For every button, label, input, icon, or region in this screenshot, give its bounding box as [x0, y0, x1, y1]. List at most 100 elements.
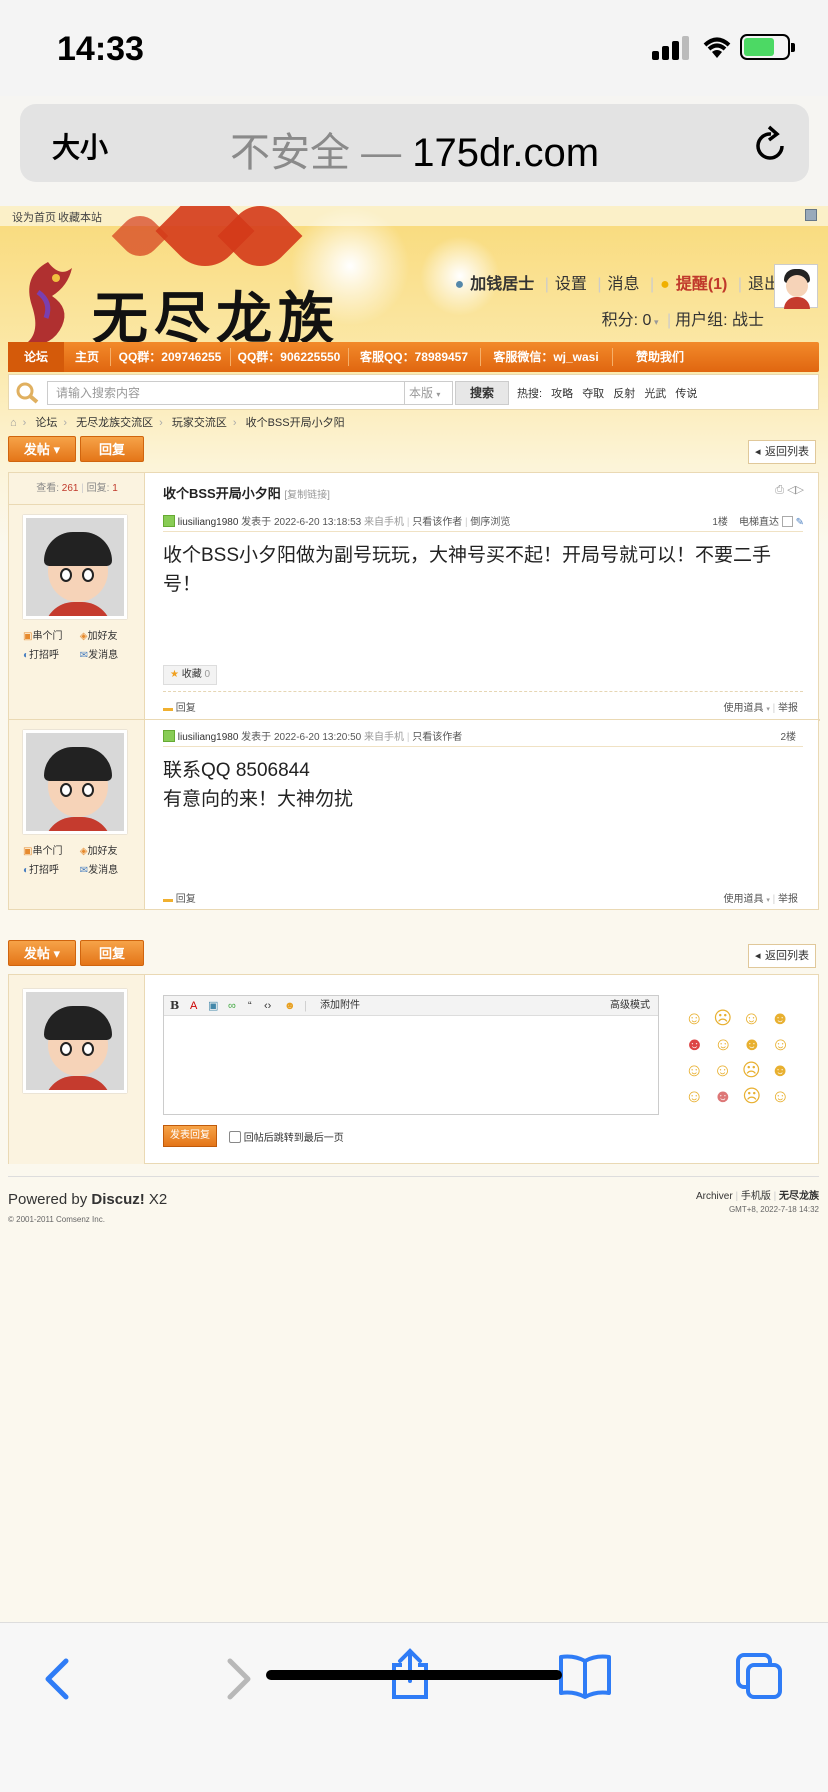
reply-button[interactable]: 回复 [80, 940, 144, 966]
dragon-logo-icon[interactable] [12, 256, 84, 352]
only-author-link[interactable]: 只看该作者 [412, 517, 462, 528]
jump-last-checkbox[interactable] [229, 1131, 241, 1143]
bold-icon[interactable]: B [170, 996, 179, 1016]
copy-link[interactable]: [复制链接] [284, 490, 330, 501]
add-attachment-link[interactable]: 添加附件 [320, 996, 360, 1016]
next-thread-icon[interactable]: ▷ [796, 484, 804, 496]
add-friend-link[interactable]: ◈加好友 [80, 842, 134, 861]
smiley-icon[interactable]: ☻ [713, 1086, 732, 1106]
my-avatar[interactable] [23, 989, 127, 1093]
floor-input[interactable] [781, 516, 793, 527]
switch-style-icon[interactable] [805, 209, 817, 221]
back-icon[interactable] [40, 1657, 76, 1701]
use-tools-link[interactable]: 使用道具 [724, 703, 764, 714]
user-avatar[interactable] [774, 264, 818, 309]
elevator-link[interactable]: 电梯直达 [739, 517, 779, 528]
archiver-link[interactable]: Archiver [696, 1191, 733, 1202]
hot-search-link[interactable]: 攻略 [551, 388, 573, 400]
post-author[interactable]: liusiliang1980 [178, 732, 239, 743]
send-message-link[interactable]: ✉发消息 [80, 646, 134, 665]
discuz-link[interactable]: Discuz! [91, 1191, 144, 1208]
author-avatar[interactable] [23, 515, 127, 619]
smiley-icon[interactable]: ☺ [713, 1060, 731, 1080]
post-reply-link[interactable]: ▬ 回复 [163, 890, 196, 905]
smiley-icon[interactable]: ☻ [771, 1008, 790, 1028]
smiley-icon[interactable]: ☺ [685, 1060, 703, 1080]
smiley-icon[interactable]: ☹ [742, 1060, 761, 1080]
smiley-icon[interactable]: ☻ [771, 1060, 790, 1080]
link-icon[interactable]: ∞ [228, 996, 236, 1016]
mobile-link[interactable]: 手机版 [741, 1191, 771, 1202]
quote-icon[interactable]: “ [248, 996, 252, 1016]
nav-item-forum[interactable]: 论坛 [8, 342, 64, 372]
smiley-icon[interactable]: ☻ [284, 996, 296, 1016]
jump-last-option[interactable]: 回帖后跳转到最后一页 [229, 1129, 344, 1144]
use-tools-link[interactable]: 使用道具 [724, 894, 764, 905]
add-friend-link[interactable]: ◈加好友 [80, 627, 134, 646]
search-button[interactable]: 搜索 [455, 381, 509, 405]
back-to-list-button[interactable]: ◂ 返回列表 [748, 440, 816, 464]
nav-item-qq-group-2[interactable]: QQ群：906225550 [230, 342, 348, 372]
author-avatar[interactable] [23, 730, 127, 834]
visit-link[interactable]: ▣串个门 [23, 627, 77, 646]
set-homepage-link[interactable]: 设为首页 [12, 209, 56, 225]
bookmark-link[interactable]: 收藏本站 [58, 209, 102, 225]
nav-item-qq-group-1[interactable]: QQ群：209746255 [110, 342, 230, 372]
nav-item-service-qq[interactable]: 客服QQ：78989457 [348, 342, 480, 372]
smiley-icon[interactable]: ☺ [771, 1034, 789, 1054]
send-message-link[interactable]: ✉发消息 [80, 861, 134, 880]
report-link[interactable]: 举报 [778, 894, 798, 905]
nav-item-home[interactable]: 主页 [64, 342, 110, 372]
smiley-icon[interactable]: ☺ [771, 1086, 789, 1106]
greet-link[interactable]: ◐打招呼 [23, 861, 77, 880]
username-link[interactable]: 加钱居士 [470, 276, 534, 293]
reverse-order-link[interactable]: 倒序浏览 [470, 517, 510, 528]
prev-thread-icon[interactable]: ◁ [787, 484, 795, 496]
home-icon[interactable]: ⌂ [10, 417, 17, 429]
hot-search-link[interactable]: 反射 [613, 388, 635, 400]
reload-icon[interactable] [753, 124, 789, 164]
breadcrumb-forum[interactable]: 论坛 [35, 417, 57, 429]
back-to-list-button[interactable]: ◂ 返回列表 [748, 944, 816, 968]
bookmarks-icon[interactable] [558, 1653, 612, 1699]
submit-reply-button[interactable]: 发表回复 [163, 1125, 217, 1147]
post-source[interactable]: 来自手机 [364, 732, 404, 743]
url-field[interactable]: 不安全 — 175dr.com [20, 120, 809, 178]
search-scope-select[interactable]: 本版 ▾ [405, 381, 453, 405]
breadcrumb-board[interactable]: 玩家交流区 [172, 417, 227, 429]
new-post-button[interactable]: 发帖 ▾ [8, 940, 76, 966]
smiley-icon[interactable]: ☺ [685, 1086, 703, 1106]
post-reply-link[interactable]: ▬ 回复 [163, 699, 196, 714]
image-icon[interactable]: ▣ [208, 996, 218, 1016]
site-name-link[interactable]: 无尽龙族 [779, 1191, 819, 1202]
forward-icon[interactable] [220, 1657, 256, 1701]
remind-link[interactable]: 提醒(1) [676, 276, 728, 293]
search-input[interactable]: 请输入搜索内容 [47, 381, 405, 405]
settings-link[interactable]: 设置 [555, 276, 587, 293]
post-source[interactable]: 来自手机 [364, 517, 404, 528]
smiley-icon[interactable]: ☻ [685, 1034, 704, 1054]
breadcrumb-zone[interactable]: 无尽龙族交流区 [76, 417, 153, 429]
smiley-icon[interactable]: ☹ [742, 1086, 761, 1106]
advanced-mode-link[interactable]: 高级模式 [610, 996, 650, 1016]
smiley-icon[interactable]: ☺ [685, 1008, 703, 1028]
hot-search-link[interactable]: 传说 [675, 388, 697, 400]
hot-search-link[interactable]: 夺取 [582, 388, 604, 400]
print-icon[interactable]: ⎙ [775, 484, 784, 496]
post-author[interactable]: liusiliang1980 [178, 517, 239, 528]
greet-link[interactable]: ◐打招呼 [23, 646, 77, 665]
font-color-icon[interactable]: A [190, 996, 197, 1016]
hot-search-link[interactable]: 光武 [644, 388, 666, 400]
credits-dropdown[interactable]: 积分: 0 [602, 312, 652, 329]
smiley-icon[interactable]: ☺ [714, 1034, 732, 1054]
only-author-link[interactable]: 只看该作者 [412, 732, 462, 743]
reply-textarea[interactable] [164, 1017, 658, 1114]
new-post-button[interactable]: 发帖 ▾ [8, 436, 76, 462]
address-bar[interactable]: 大小 不安全 — 175dr.com [20, 104, 809, 182]
code-icon[interactable]: ‹› [264, 996, 271, 1016]
nav-item-service-wechat[interactable]: 客服微信：wj_wasi [480, 342, 612, 372]
visit-link[interactable]: ▣串个门 [23, 842, 77, 861]
reply-button[interactable]: 回复 [80, 436, 144, 462]
tabs-icon[interactable] [734, 1651, 784, 1701]
nav-item-sponsor[interactable]: 赞助我们 [612, 342, 708, 372]
